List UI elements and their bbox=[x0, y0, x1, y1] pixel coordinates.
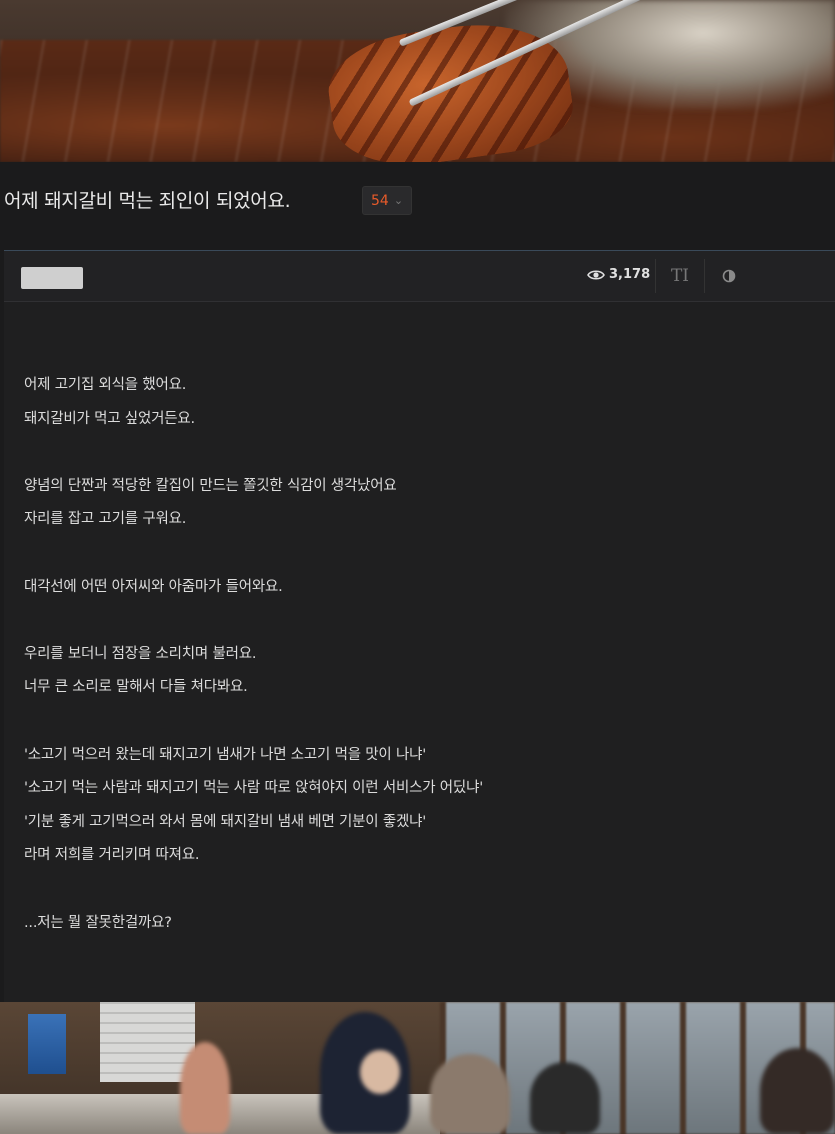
contrast-toggle-button[interactable] bbox=[704, 259, 753, 293]
font-size-icon: TI bbox=[670, 266, 690, 286]
post-body-line: 돼지갈비가 먹고 싶었거든요. bbox=[24, 410, 195, 427]
post-body: 어제 고기집 외식을 했어요. 돼지갈비가 먹고 싶었거든요. 양념의 단짠과 … bbox=[24, 369, 814, 940]
post-body-line: 우리를 보더니 점장을 소리치며 불러요. bbox=[24, 645, 257, 662]
blue-crate bbox=[28, 1014, 66, 1074]
restaurant-wall bbox=[100, 1002, 195, 1082]
post-card: 3,178 TI 어제 고기집 외식을 했어요. 돼지갈비가 먹고 싶었거든요.… bbox=[4, 250, 835, 1003]
view-count-value: 3,178 bbox=[609, 267, 651, 282]
post-body-line: '소고기 먹는 사람과 돼지고기 먹는 사람 따로 앉혀야지 이런 서비스가 어… bbox=[24, 780, 484, 797]
post-body-line bbox=[24, 604, 814, 638]
comment-count-button[interactable]: 54 ⌄ bbox=[362, 186, 413, 215]
post-body-line: '소고기 먹으러 왔는데 돼지고기 냄새가 나면 소고기 먹을 맛이 나냐' bbox=[24, 746, 427, 763]
blurred-person bbox=[430, 1054, 510, 1134]
comment-count: 54 bbox=[371, 192, 389, 209]
post-body-line: 양념의 단짠과 적당한 칼집이 만드는 쫄깃한 식감이 생각났어요 bbox=[24, 477, 397, 494]
post-body-line bbox=[24, 537, 814, 571]
author-name-redacted bbox=[21, 267, 83, 289]
view-count: 3,178 bbox=[587, 267, 650, 282]
post-title: 어제 돼지갈비 먹는 죄인이 되었어요. bbox=[4, 190, 291, 212]
post-body-line: '기분 좋게 고기먹으러 와서 몸에 돼지갈비 냄새 베면 기분이 좋겠냐' bbox=[24, 813, 427, 830]
post-body-line: 대각선에 어떤 아저씨와 아줌마가 들어와요. bbox=[24, 578, 283, 595]
post-body-line: 어제 고기집 외식을 했어요. bbox=[24, 377, 187, 393]
blurred-person bbox=[180, 1042, 230, 1134]
post-header: 3,178 TI bbox=[4, 251, 835, 302]
blurred-person bbox=[530, 1062, 600, 1134]
eye-icon bbox=[587, 269, 605, 280]
post-body-line bbox=[24, 705, 814, 739]
post-body-line bbox=[24, 436, 814, 470]
blurred-person bbox=[360, 1050, 400, 1094]
hero-image bbox=[0, 0, 835, 162]
post-body-line: ...저는 뭘 잘못한걸까요? bbox=[24, 914, 172, 931]
post-body-line: 너무 큰 소리로 말해서 다들 쳐다봐요. bbox=[24, 679, 248, 696]
font-size-button[interactable]: TI bbox=[655, 259, 704, 293]
post-body-line bbox=[24, 873, 814, 907]
contrast-icon bbox=[722, 269, 736, 283]
blurred-person bbox=[760, 1048, 835, 1134]
chevron-down-icon: ⌄ bbox=[393, 194, 404, 207]
post-body-line: 자리를 잡고 고기를 구워요. bbox=[24, 511, 187, 528]
reader-tools: TI bbox=[655, 259, 753, 293]
restaurant-photo bbox=[0, 1002, 835, 1134]
post-body-line: 라며 저희를 거리키며 따져요. bbox=[24, 847, 200, 864]
post-title-row: 어제 돼지갈비 먹는 죄인이 되었어요. 54 ⌄ bbox=[0, 162, 835, 250]
